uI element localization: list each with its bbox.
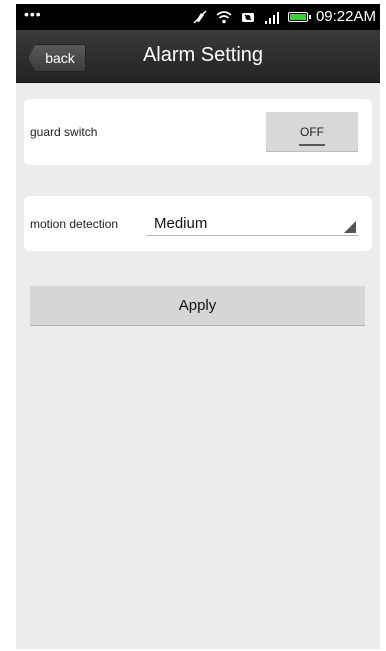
- clock: 09:22AM: [315, 8, 376, 25]
- guard-switch-state: OFF: [300, 124, 324, 139]
- guard-switch-row: guard switch OFF: [24, 99, 372, 165]
- motion-detection-select[interactable]: Medium: [146, 208, 358, 236]
- page-title: Alarm Setting: [142, 44, 264, 66]
- settings-content: guard switch OFF motion detection Medium…: [16, 83, 380, 649]
- guard-switch-toggle[interactable]: OFF: [266, 112, 358, 152]
- signal-icon: [264, 9, 280, 25]
- mute-icon: [192, 9, 208, 25]
- battery-icon: [287, 12, 311, 22]
- toggle-indicator: [299, 144, 325, 146]
- motion-detection-label: motion detection: [30, 217, 119, 231]
- status-icons: 09:22AM: [192, 8, 376, 26]
- status-bar: ••• 09:22AM: [16, 4, 380, 30]
- phone-screen: ••• 09:22AM back Alarm Setting guard swi…: [16, 4, 380, 649]
- motion-detection-value: Medium: [154, 215, 208, 232]
- camera-icon: [240, 9, 256, 25]
- dropdown-arrow-icon: [344, 221, 356, 233]
- apply-button[interactable]: Apply: [30, 286, 365, 326]
- notification-dots: •••: [24, 6, 42, 22]
- title-bar: back Alarm Setting: [16, 30, 380, 83]
- motion-detection-row: motion detection Medium: [24, 196, 372, 251]
- wifi-icon: [216, 9, 232, 25]
- guard-switch-label: guard switch: [30, 125, 98, 139]
